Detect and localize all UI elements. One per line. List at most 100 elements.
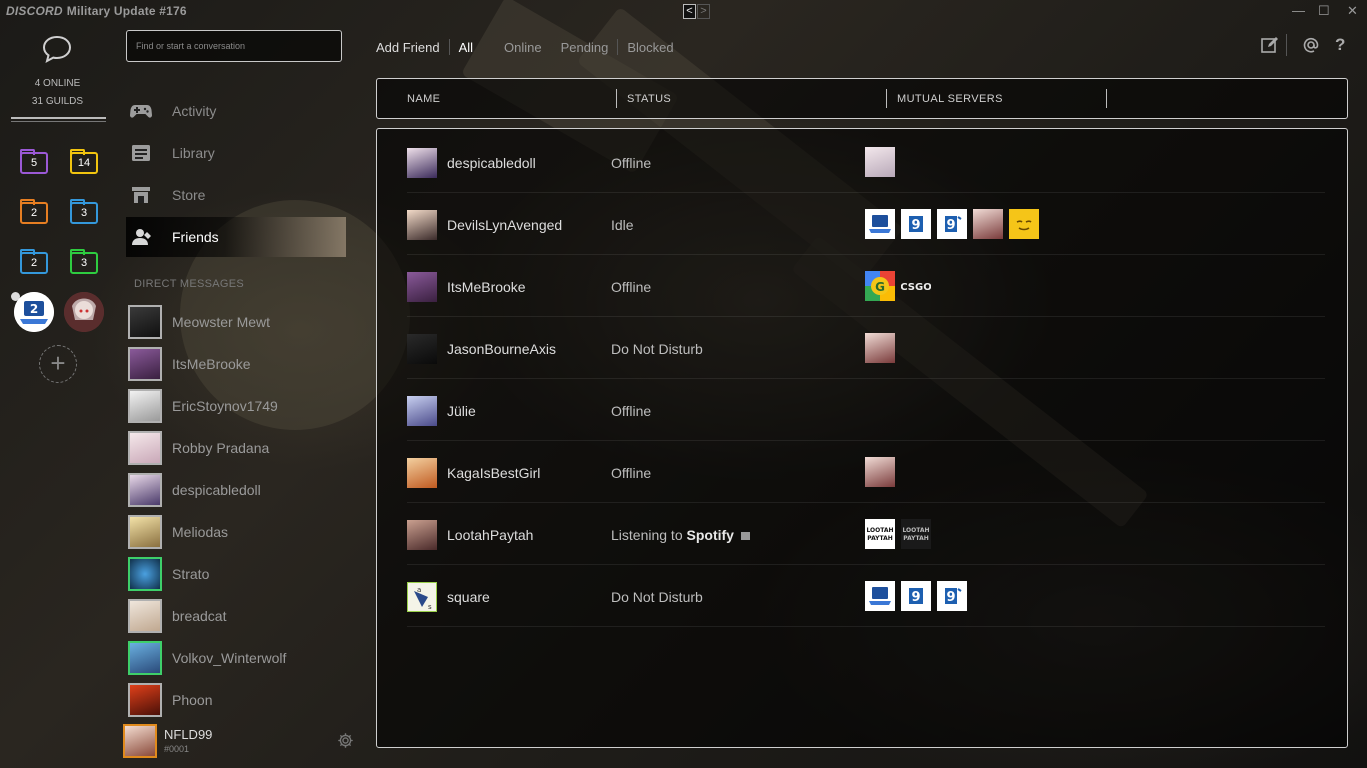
dm-item[interactable]: Meliodas [128,514,228,550]
forward-arrow-icon[interactable]: > [697,4,710,19]
anime-server-icon[interactable] [973,209,1003,239]
g-colored-server-icon[interactable]: G [865,271,895,301]
window-title-text: Military Update #176 [66,4,187,18]
friend-row[interactable]: LootahPaytah Listening to Spotify LOOTAH… [407,503,1325,565]
nav-item-activity[interactable]: Activity [126,91,346,131]
anime-server-icon[interactable] [64,292,104,332]
gear-icon[interactable] [337,732,354,754]
friend-row[interactable]: JasonBourneAxis Do Not Disturb [407,317,1325,379]
g-server-icon[interactable]: 9 [937,209,967,239]
column-header-name[interactable]: NAME [407,93,440,105]
csgo-server-icon[interactable]: CSGO [901,271,931,301]
friends-list: despicabledoll Offline DevilsLynAvenged … [376,128,1348,748]
channel-sidebar: Activity Library Store Friends DIRECT ME… [115,22,360,768]
friend-row[interactable]: DevilsLynAvenged Idle 9 9 [407,193,1325,255]
laptop-server-icon[interactable] [865,581,895,611]
mentions-icon[interactable] [1302,36,1320,59]
tab-pending[interactable]: Pending [561,40,609,55]
friend-avatar [407,520,437,550]
avatar [128,347,162,381]
friends-tab-bar: Add Friend All Online Pending Blocked [376,37,674,57]
friend-row[interactable]: despicabledoll Offline [407,131,1325,193]
friend-status: Offline [611,155,652,171]
avatar [128,305,162,339]
dm-item[interactable]: Robby Pradana [128,430,269,466]
friend-avatar [407,210,437,240]
spotify-link[interactable]: Spotify [687,527,734,543]
friend-row[interactable]: ItsMeBrooke Offline G CSGO [407,255,1325,317]
tab-online[interactable]: Online [504,40,542,55]
smiley-server-icon[interactable] [1009,209,1039,239]
svg-text:9: 9 [911,218,920,233]
mutual-servers: LOOTAH PAYTAH LOOTAH PAYTAH [865,519,931,549]
close-button[interactable]: ✕ [1347,3,1358,19]
dm-item[interactable]: breadcat [128,598,226,634]
minimize-button[interactable]: — [1292,3,1305,18]
user-discriminator: #0001 [164,744,190,754]
back-arrow-icon[interactable]: < [683,4,696,19]
anime-server-icon[interactable] [865,147,895,177]
dm-item[interactable]: despicabledoll [128,472,261,508]
direct-messages-home-icon[interactable] [41,34,73,64]
server-folder[interactable]: 2 [20,199,48,224]
laptop-server-icon[interactable]: 2 [14,292,54,332]
mutual-servers: 9 9 [865,581,967,611]
nav-label: Store [172,187,206,203]
tab-all[interactable]: All [459,40,473,55]
friend-row[interactable]: KagaIsBestGirl Offline [407,441,1325,503]
add-server-button[interactable]: + [39,345,77,383]
tab-divider [448,39,450,55]
server-folder[interactable]: 5 [20,149,48,174]
dm-name: ItsMeBrooke [172,356,251,372]
toolbar-divider [1286,34,1287,56]
guild-sidebar: 4 ONLINE 31 GUILDS 5 14 2 3 2 3 2 + [0,22,115,768]
friend-name: despicabledoll [447,155,536,171]
help-icon[interactable]: ? [1335,35,1345,55]
svg-text:CSGO: CSGO [901,282,931,293]
dm-item[interactable]: EricStoynov1749 [128,388,278,424]
dm-item[interactable]: Phoon [128,682,212,718]
add-friend-button[interactable]: Add Friend [376,40,440,55]
anime-server-icon[interactable] [865,333,895,363]
server-folder[interactable]: 2 [20,249,48,274]
dm-name: Volkov_Winterwolf [172,650,287,666]
friend-name: KagaIsBestGirl [447,465,541,481]
server-folder[interactable]: 3 [70,199,98,224]
g-server-icon[interactable]: 9 [937,581,967,611]
friend-row[interactable]: Jülie Offline [407,379,1325,441]
laptop-server-icon[interactable] [865,209,895,239]
dm-item[interactable]: Strato [128,556,209,592]
friend-avatar [407,272,437,302]
nav-item-library[interactable]: Library [126,133,346,173]
tab-blocked[interactable]: Blocked [627,40,673,55]
library-icon [126,144,156,162]
column-header-mutual-servers[interactable]: MUTUAL SERVERS [897,93,1003,105]
nav-item-store[interactable]: Store [126,175,346,215]
nav-item-friends[interactable]: Friends [126,217,346,257]
column-header-status[interactable]: STATUS [627,93,671,105]
friends-list-header: NAME STATUS MUTUAL SERVERS [376,78,1348,119]
status-text: Listening to [611,527,687,543]
lootah-dark-server-icon[interactable]: LOOTAH PAYTAH [901,519,931,549]
anime-server-icon[interactable] [865,457,895,487]
dm-item[interactable]: ItsMeBrooke [128,346,251,382]
nav-label: Friends [172,229,219,245]
search-input[interactable] [126,30,342,62]
lootah-server-icon[interactable]: LOOTAH PAYTAH [865,519,895,549]
user-avatar[interactable] [123,724,157,758]
server-folder[interactable]: 3 [70,249,98,274]
svg-text:PAYTAH: PAYTAH [867,535,893,542]
discord-logo: DISCORD [6,4,63,18]
g-server-icon[interactable]: 9 [901,209,931,239]
mutual-servers: 9 9 [865,209,1039,239]
g-server-icon[interactable]: 9 [901,581,931,611]
server-folder[interactable]: 14 [70,149,98,174]
dm-item[interactable]: Meowster Mewt [128,304,270,340]
rich-presence-icon[interactable] [740,532,750,541]
avatar [128,515,162,549]
dm-item[interactable]: Volkov_Winterwolf [128,640,286,676]
friend-row[interactable]: as square Do Not Disturb 9 9 [407,565,1325,627]
dm-name: Meowster Mewt [172,314,271,330]
new-group-dm-icon[interactable] [1261,36,1279,59]
maximize-button[interactable]: ☐ [1318,3,1330,19]
